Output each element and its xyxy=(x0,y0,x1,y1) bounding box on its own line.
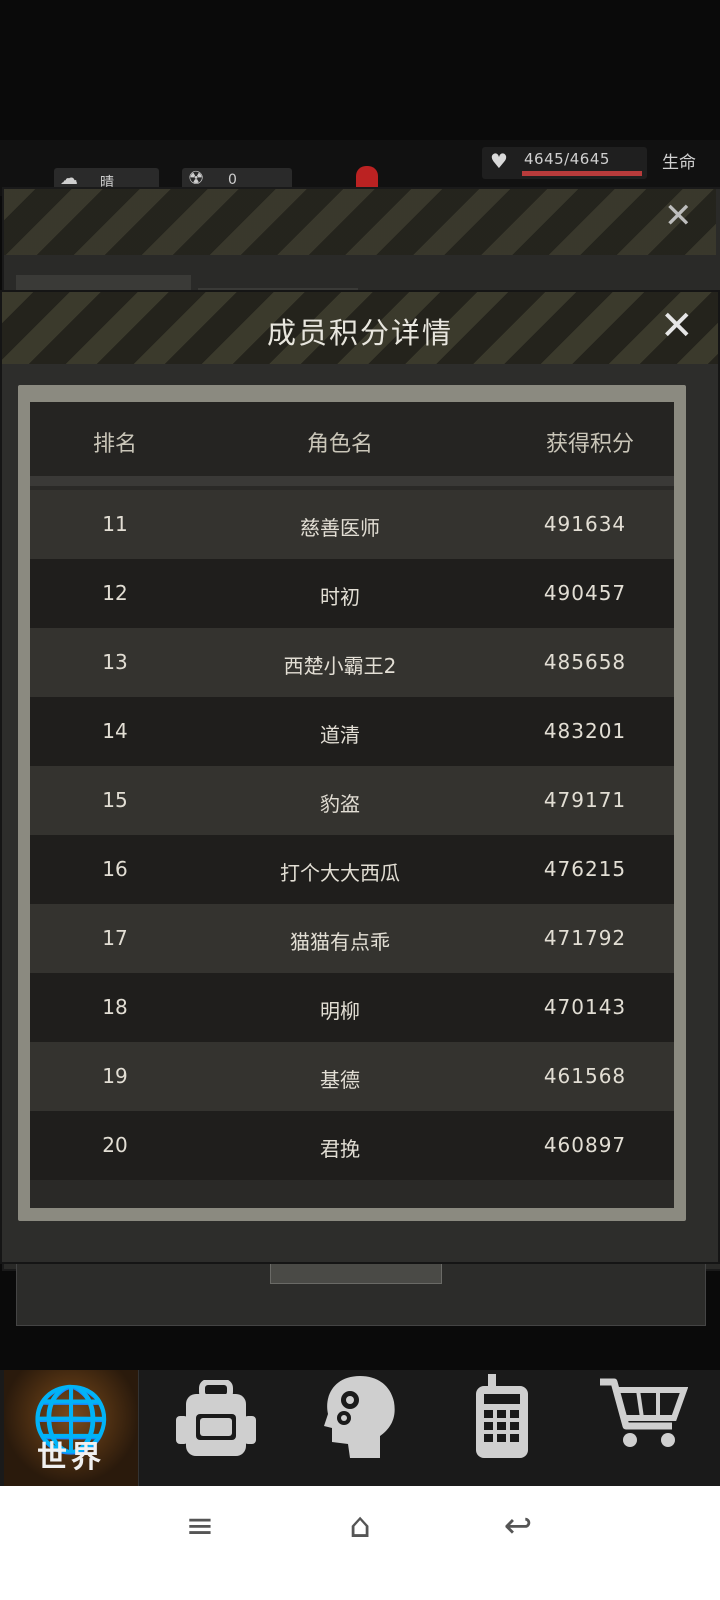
cell-name: 猫猫有点乖 xyxy=(290,930,390,954)
cell-rank: 20 xyxy=(102,1133,128,1157)
cell-score: 485658 xyxy=(543,650,627,674)
cell-score: 491634 xyxy=(543,512,627,536)
nav-world[interactable]: 🌐 世界 xyxy=(4,1370,139,1486)
cell-rank: 17 xyxy=(102,926,128,950)
column-header-rank: 排名 xyxy=(92,432,137,457)
score-table[interactable]: 排名 角色名 获得积分 11 慈善医师 491634 12 时初 490457 … xyxy=(30,402,674,1208)
cell-score: 471792 xyxy=(543,926,627,950)
cart-icon xyxy=(600,1378,688,1447)
background-footer-button xyxy=(270,1262,442,1284)
cell-score: 461568 xyxy=(543,1064,627,1088)
dialog-title: 成员积分详情 xyxy=(266,316,453,350)
cell-rank: 18 xyxy=(102,995,128,1019)
nav-skills[interactable] xyxy=(292,1370,430,1486)
cell-name: 君挽 xyxy=(320,1137,360,1161)
table-header: 排名 角色名 获得积分 xyxy=(30,402,674,476)
cell-rank: 16 xyxy=(102,857,128,881)
cell-rank: 13 xyxy=(102,650,128,674)
backpack-icon xyxy=(176,1380,256,1456)
cloud-sun-icon: ☁ xyxy=(60,168,78,189)
cell-score: 460897 xyxy=(543,1133,627,1157)
cell-name: 道清 xyxy=(320,723,360,747)
radiation-icon: ☢ xyxy=(188,168,205,189)
cell-name: 慈善医师 xyxy=(300,516,380,540)
menu-icon[interactable]: ≡ xyxy=(170,1506,230,1546)
back-icon[interactable]: ↩ xyxy=(488,1506,548,1546)
cell-score: 476215 xyxy=(543,857,627,881)
cell-rank: 12 xyxy=(102,581,128,605)
header-divider xyxy=(30,476,674,486)
table-row: 14 道清 483201 xyxy=(30,697,674,766)
radiation-value: 0 xyxy=(228,172,237,188)
health-bar-fill xyxy=(522,171,642,176)
table-row: 19 基德 461568 xyxy=(30,1042,674,1111)
nav-radio[interactable] xyxy=(438,1370,576,1486)
radio-icon xyxy=(476,1374,528,1458)
heart-pulse-icon: ♥ xyxy=(490,149,508,173)
cell-name: 豹盗 xyxy=(320,792,360,816)
table-row: 11 慈善医师 491634 xyxy=(30,490,674,559)
cell-rank: 14 xyxy=(102,719,128,743)
nav-backpack[interactable] xyxy=(146,1370,284,1486)
cell-rank: 19 xyxy=(102,1064,128,1088)
health-bar xyxy=(522,171,642,176)
cell-name: 基德 xyxy=(320,1068,360,1092)
cell-rank: 15 xyxy=(102,788,128,812)
table-row: 16 打个大大西瓜 476215 xyxy=(30,835,674,904)
health-indicator: ♥ 4645/4645 xyxy=(482,147,647,179)
table-row: 13 西楚小霸王2 485658 xyxy=(30,628,674,697)
background-dialog-header xyxy=(4,189,716,255)
cell-score: 479171 xyxy=(543,788,627,812)
health-value: 4645/4645 xyxy=(524,150,610,168)
cell-name: 时初 xyxy=(320,585,360,609)
cell-name: 打个大大西瓜 xyxy=(280,861,400,885)
cell-name: 西楚小霸王2 xyxy=(283,654,397,678)
score-table-frame: 排名 角色名 获得积分 11 慈善医师 491634 12 时初 490457 … xyxy=(18,385,686,1221)
table-body: 11 慈善医师 491634 12 时初 490457 13 西楚小霸王2 48… xyxy=(30,490,674,1180)
home-icon[interactable]: ⌂ xyxy=(330,1506,390,1546)
column-header-name: 角色名 xyxy=(306,432,373,457)
cell-name: 明柳 xyxy=(320,999,360,1023)
cell-score: 483201 xyxy=(543,719,627,743)
health-label: 生命 xyxy=(662,153,696,173)
cell-score: 490457 xyxy=(543,581,627,605)
background-close-icon[interactable]: ✕ xyxy=(664,196,693,236)
table-row: 18 明柳 470143 xyxy=(30,973,674,1042)
column-header-score: 获得积分 xyxy=(545,432,634,457)
nav-shop[interactable] xyxy=(584,1370,720,1486)
game-bottom-nav: 🌐 世界 xyxy=(0,1370,720,1486)
table-row: 12 时初 490457 xyxy=(30,559,674,628)
skills-head-icon xyxy=(324,1376,395,1458)
system-nav-bar: ≡ ⌂ ↩ xyxy=(0,1486,720,1600)
nav-world-label: 世界 xyxy=(37,1440,105,1475)
table-row: 20 君挽 460897 xyxy=(30,1111,674,1180)
table-row: 15 豹盗 479171 xyxy=(30,766,674,835)
table-row: 17 猫猫有点乖 471792 xyxy=(30,904,674,973)
close-icon[interactable]: ✕ xyxy=(660,306,694,346)
cell-score: 470143 xyxy=(543,995,627,1019)
cell-rank: 11 xyxy=(102,512,128,536)
